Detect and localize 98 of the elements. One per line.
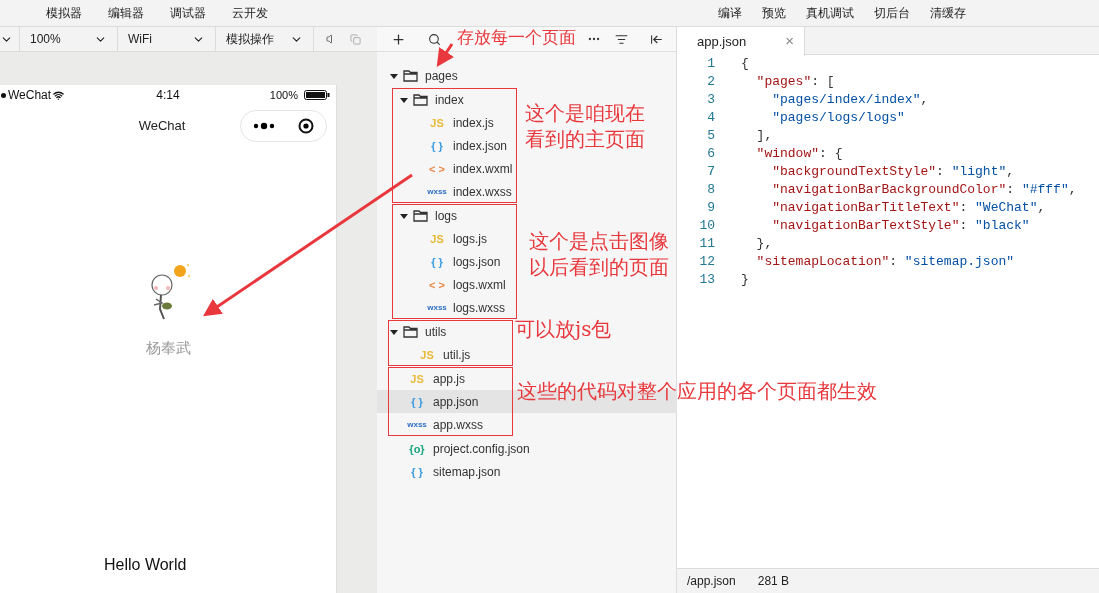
file-icon: wxss <box>425 300 449 315</box>
close-button[interactable]: × <box>785 30 794 53</box>
file-icon: { } <box>405 394 429 409</box>
close-target-icon <box>298 118 315 134</box>
menu-item[interactable]: 云开发 <box>232 4 268 22</box>
code-line: "backgroundTextStyle": "light", <box>771 163 1015 181</box>
tree-item[interactable]: < > logs.wxml <box>392 273 517 296</box>
file-icon: JS <box>415 347 439 362</box>
signal-icon <box>1 92 6 98</box>
code-line: "pages/index/index", <box>771 91 929 109</box>
editor-tab[interactable]: app.json × <box>677 27 805 56</box>
tree-item[interactable]: pages <box>377 64 676 87</box>
line-number: 3 <box>706 91 715 109</box>
tree-item[interactable]: JS logs.js <box>392 227 517 250</box>
file-icon: JS <box>425 115 449 130</box>
code-line: "window": { <box>755 145 843 163</box>
page-title: WeChat <box>138 117 186 136</box>
menu-item[interactable]: 清缓存 <box>930 4 966 22</box>
file-icon: < > <box>425 161 449 176</box>
code-line: "pages/logs/logs" <box>771 109 905 127</box>
tree-item[interactable]: wxss logs.wxss <box>392 296 517 319</box>
tree-item[interactable]: JS index.js <box>392 111 517 134</box>
menu-item[interactable]: 编译 <box>718 4 742 22</box>
user-name: 杨奉武 <box>145 338 191 358</box>
menu-item[interactable]: 调试器 <box>170 4 206 22</box>
tree-item[interactable]: { } logs.json <box>392 250 517 273</box>
code-line: "navigationBarBackgroundColor": "#fff", <box>771 181 1077 199</box>
line-number: 8 <box>706 181 715 199</box>
code-line: "navigationBarTitleText": "WeChat", <box>771 199 1046 217</box>
tree-item[interactable]: logs <box>392 204 517 227</box>
menu-item[interactable]: 真机调试 <box>806 4 854 22</box>
line-number: 5 <box>706 127 715 145</box>
menu-item[interactable]: 编辑器 <box>108 4 144 22</box>
line-number: 9 <box>706 199 715 217</box>
file-icon: { } <box>425 138 449 153</box>
line-number: 10 <box>698 217 715 235</box>
tree-item[interactable]: {o} project.config.json <box>377 437 676 460</box>
folder-icon <box>413 209 429 222</box>
file-icon: wxss <box>425 184 449 199</box>
file-icon: < > <box>425 277 449 292</box>
file-icon: {o} <box>405 441 429 456</box>
file-size: 281 B <box>757 573 790 590</box>
collapse-button[interactable] <box>650 32 663 46</box>
more-icon <box>252 122 275 130</box>
tree-item[interactable]: { } sitemap.json <box>377 460 676 483</box>
menu-item[interactable]: 切后台 <box>874 4 910 22</box>
menu-item[interactable]: 预览 <box>762 4 786 22</box>
annotation-note: 这个是咱现在 看到的主页面 <box>525 100 645 152</box>
dropdown[interactable] <box>0 27 20 51</box>
annotation-note: 存放每一个页面 <box>457 26 576 49</box>
tree-item[interactable]: wxss app.wxss <box>388 413 513 436</box>
tree-item[interactable]: wxss index.wxss <box>392 180 517 203</box>
code-line: "navigationBarTextStyle": "black" <box>771 217 1030 235</box>
search-button[interactable] <box>428 32 441 46</box>
line-number: 13 <box>698 271 715 289</box>
line-number: 7 <box>706 163 715 181</box>
annotation-note: 这个是点击图像 以后看到的页面 <box>529 228 669 280</box>
greeting-text: Hello World <box>104 555 188 575</box>
code-line: "pages": [ <box>755 73 835 91</box>
file-icon: JS <box>405 371 429 386</box>
battery-label: 100% <box>269 87 298 103</box>
menu-item[interactable]: 模拟器 <box>46 4 82 22</box>
tree-item[interactable]: index <box>392 88 517 111</box>
time-label: 4:14 <box>156 87 180 104</box>
line-number: 6 <box>706 145 715 163</box>
wifi-icon <box>53 89 65 101</box>
tree-item[interactable]: { } index.json <box>392 134 517 157</box>
annotation-note: 可以放js包 <box>515 316 612 342</box>
line-number: 2 <box>706 73 715 91</box>
carrier-label: WeChat <box>8 87 52 104</box>
file-icon: { } <box>425 254 449 269</box>
tree-item[interactable]: < > index.wxml <box>392 157 517 180</box>
file-icon: wxss <box>405 417 429 432</box>
folder-icon <box>403 69 419 82</box>
add-button[interactable] <box>391 31 406 47</box>
line-number: 11 <box>698 235 715 253</box>
code-line: } <box>741 271 749 289</box>
file-path: /app.json <box>687 573 736 590</box>
folder-icon <box>413 93 429 106</box>
tree-item[interactable]: JS util.js <box>388 343 513 366</box>
file-icon: { } <box>405 464 429 479</box>
tree-item[interactable]: utils <box>388 320 513 343</box>
file-icon: JS <box>425 231 449 246</box>
sort-button[interactable] <box>615 32 628 46</box>
dropdown[interactable]: WiFi <box>118 27 216 51</box>
line-number: 4 <box>706 109 715 127</box>
dropdown[interactable]: 100% <box>20 27 118 51</box>
line-number: 1 <box>706 55 715 73</box>
code-line: ], <box>755 127 773 145</box>
code-line: "sitemapLocation": "sitemap.json" <box>755 253 1015 271</box>
code-line: }, <box>755 235 773 253</box>
tree-item[interactable]: JS app.js <box>388 367 513 390</box>
dropdown[interactable]: 模拟操作 <box>216 27 314 51</box>
line-number: 12 <box>698 253 715 271</box>
folder-icon <box>403 325 419 338</box>
code-line: { <box>741 55 749 73</box>
battery-icon <box>304 90 330 100</box>
annotation-arrow <box>436 43 455 67</box>
